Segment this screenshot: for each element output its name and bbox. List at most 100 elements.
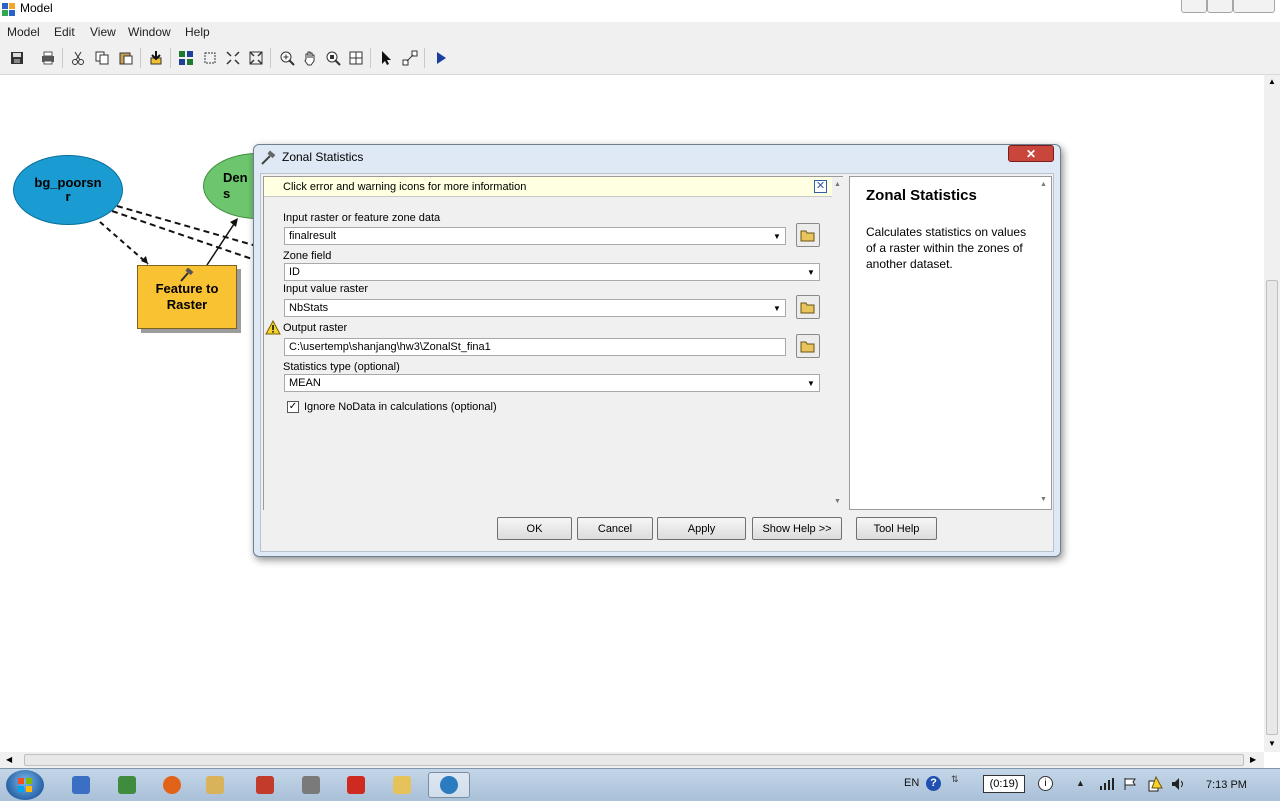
show-help-button[interactable]: Show Help >> [752, 517, 842, 540]
apply-button[interactable]: Apply [657, 517, 746, 540]
input-value-value: NbStats [289, 302, 329, 314]
start-button[interactable] [6, 770, 44, 800]
info-close-icon[interactable]: ✕ [814, 180, 827, 193]
chevron-down-icon[interactable]: ▼ [803, 264, 819, 280]
taskbar-app-6[interactable] [294, 772, 328, 798]
taskbar-firefox[interactable] [155, 772, 189, 798]
show-hidden-icons-icon[interactable]: ▲ [1076, 778, 1085, 788]
select-icon[interactable] [376, 48, 396, 68]
save-icon[interactable] [7, 48, 27, 68]
zoom-layout-icon[interactable] [323, 48, 343, 68]
input-value-combo[interactable]: NbStats ▼ [284, 299, 786, 317]
network-icon[interactable] [1099, 777, 1115, 794]
taskbar-app-2[interactable] [110, 772, 144, 798]
auto-layout-icon[interactable] [176, 48, 196, 68]
menu-edit[interactable]: Edit [54, 25, 75, 39]
zone-field-combo[interactable]: ID ▼ [284, 263, 820, 281]
info-message: Click error and warning icons for more i… [283, 181, 527, 193]
horizontal-scroll-thumb[interactable] [24, 754, 1244, 766]
input-zone-value: finalresult [289, 230, 337, 242]
flag-icon[interactable] [1123, 777, 1137, 794]
taskbar-explorer[interactable] [385, 772, 419, 798]
statistics-type-combo[interactable]: MEAN ▼ [284, 374, 820, 392]
menu-view[interactable]: View [90, 25, 116, 39]
parameters-scrollbar[interactable]: ▲ ▼ [832, 177, 844, 511]
statistics-type-value: MEAN [289, 377, 321, 389]
ignore-nodata-checkbox[interactable]: ✓ [287, 401, 299, 413]
cancel-button[interactable]: Cancel [577, 517, 653, 540]
menu-help[interactable]: Help [185, 25, 210, 39]
taskbar-app-5[interactable] [248, 772, 282, 798]
help-icon[interactable]: ? [926, 776, 941, 791]
scroll-right-icon[interactable]: ▶ [1250, 755, 1256, 764]
scroll-left-icon[interactable]: ◀ [6, 755, 12, 764]
open-folder-button[interactable] [796, 334, 820, 358]
scroll-up-icon[interactable]: ▲ [1268, 77, 1276, 86]
menu-window[interactable]: Window [128, 25, 171, 39]
folder-icon [800, 302, 815, 314]
copy-icon[interactable] [92, 48, 112, 68]
clock[interactable]: 7:13 PM [1206, 779, 1247, 791]
dialog-close-button[interactable]: ✕ [1008, 145, 1054, 162]
taskbar-acrobat[interactable] [339, 772, 373, 798]
paste-icon[interactable] [116, 48, 136, 68]
input-zone-combo[interactable]: finalresult ▼ [284, 227, 786, 245]
info-icon[interactable]: i [1038, 776, 1053, 791]
firefox-icon [163, 776, 181, 794]
timer-display[interactable]: (0:19) [983, 775, 1025, 793]
language-indicator[interactable]: EN [904, 777, 919, 789]
battery-warning-icon[interactable] [1147, 775, 1163, 795]
menu-model[interactable]: Model [7, 25, 40, 39]
grid-icon[interactable] [346, 48, 366, 68]
warning-icon[interactable] [265, 319, 281, 338]
pan-icon[interactable] [300, 48, 320, 68]
taskbar-app-4[interactable] [198, 772, 232, 798]
minimize-button[interactable] [1181, 0, 1207, 13]
scroll-down-icon[interactable]: ▼ [1268, 739, 1276, 748]
scroll-down-icon[interactable]: ▼ [834, 498, 841, 505]
help-description: Calculates statistics on values of a ras… [866, 225, 1027, 271]
cut-icon[interactable] [68, 48, 88, 68]
scroll-up-icon[interactable]: ▲ [1040, 181, 1047, 188]
taskbar-app-1[interactable] [64, 772, 98, 798]
model-node-label: Feature to Raster [155, 281, 219, 312]
model-node-bg-poorsnr[interactable]: bg_poorsn r [13, 155, 123, 225]
input-value-label: Input value raster [283, 283, 368, 295]
full-extent-icon[interactable] [200, 48, 220, 68]
chevron-down-icon[interactable]: ▼ [769, 228, 785, 244]
info-bar: Click error and warning icons for more i… [264, 177, 832, 197]
monitor-icon [118, 776, 136, 794]
input-zone-label: Input raster or feature zone data [283, 212, 441, 224]
open-folder-button[interactable] [796, 223, 820, 247]
window-close-button[interactable] [1233, 0, 1275, 13]
open-folder-button[interactable] [796, 295, 820, 319]
scroll-up-icon[interactable]: ▲ [834, 181, 841, 188]
zoom-out-icon[interactable] [246, 48, 266, 68]
maximize-button[interactable] [1207, 0, 1233, 13]
app-icon [1, 2, 17, 18]
output-raster-field[interactable]: C:\usertemp\shanjang\hw3\ZonalSt_fina1 [284, 338, 786, 356]
output-raster-label: Output raster [283, 322, 348, 334]
ok-button[interactable]: OK [497, 517, 572, 540]
print-icon[interactable] [38, 48, 58, 68]
globe-icon [440, 776, 458, 794]
scroll-down-icon[interactable]: ▼ [1040, 496, 1047, 503]
dialog-body: Click error and warning icons for more i… [260, 173, 1054, 552]
zoom-in-icon[interactable] [223, 48, 243, 68]
add-data-icon[interactable] [146, 48, 166, 68]
chevron-down-icon[interactable]: ▼ [803, 375, 819, 391]
chevron-down-icon[interactable]: ▼ [769, 300, 785, 316]
model-node-feature-to-raster[interactable]: Feature to Raster [137, 265, 237, 329]
connect-icon[interactable] [400, 48, 420, 68]
tool-help-button[interactable]: Tool Help [856, 517, 937, 540]
zoom-icon[interactable] [277, 48, 297, 68]
run-icon[interactable] [431, 48, 451, 68]
input-method-icon[interactable]: ⇅ [951, 774, 959, 785]
zonal-statistics-dialog: Zonal Statistics ✕ Click error and warni… [253, 144, 1061, 557]
dialog-title: Zonal Statistics [282, 150, 364, 164]
vertical-scroll-thumb[interactable] [1266, 280, 1278, 735]
windows-logo-icon [18, 778, 32, 792]
help-scrollbar[interactable]: ▲ ▼ [1038, 177, 1050, 509]
taskbar-arcgis[interactable] [428, 772, 470, 798]
volume-icon[interactable] [1171, 777, 1187, 794]
